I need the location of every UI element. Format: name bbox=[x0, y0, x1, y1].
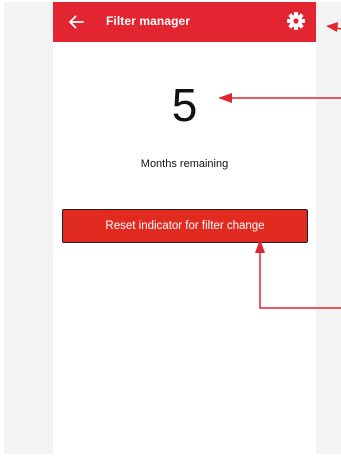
screenshot-page: Filter manager 5 Months remaining Reset … bbox=[0, 0, 341, 457]
months-remaining-value: 5 bbox=[171, 79, 198, 131]
left-margin bbox=[4, 2, 53, 454]
right-margin bbox=[316, 2, 341, 454]
arrow-left-icon bbox=[69, 15, 84, 29]
gear-icon bbox=[287, 12, 305, 30]
reset-filter-button[interactable]: Reset indicator for filter change bbox=[62, 209, 308, 243]
app-screen: Filter manager 5 Months remaining Reset … bbox=[53, 2, 316, 454]
settings-button[interactable] bbox=[286, 11, 306, 31]
app-bar: Filter manager bbox=[53, 2, 316, 42]
months-remaining-label: Months remaining bbox=[140, 158, 229, 170]
back-button[interactable] bbox=[65, 10, 89, 34]
page-title: Filter manager bbox=[106, 14, 191, 28]
